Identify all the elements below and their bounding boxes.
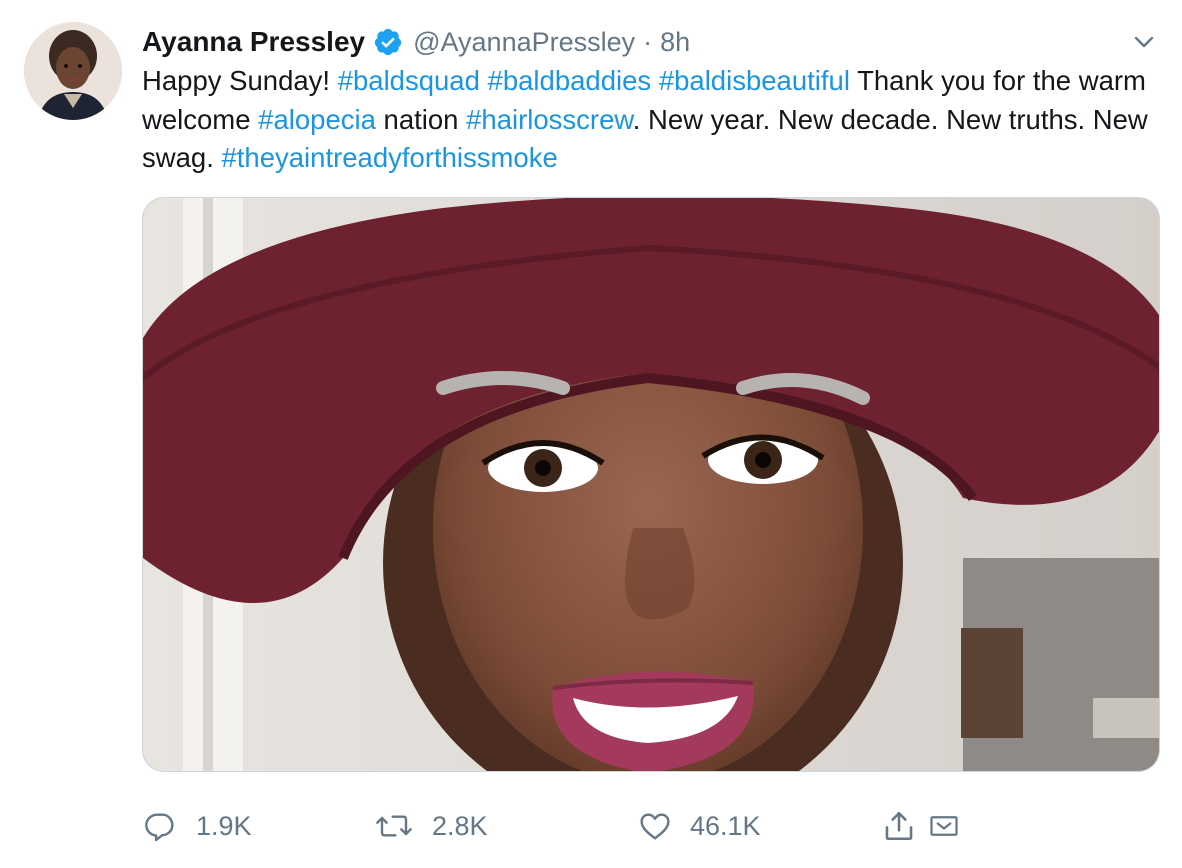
verified-badge-icon [373,27,403,57]
author-handle[interactable]: @AyannaPressley [413,27,635,58]
timestamp[interactable]: 8h [660,27,690,58]
reply-count: 1.9K [196,810,252,841]
direct-message-icon [930,816,958,836]
like-count: 46.1K [690,810,761,841]
hashtag-link[interactable]: #alopecia [258,104,376,135]
selfie-photo [143,198,1159,771]
heart-icon [640,813,670,840]
tweet-actions: 1.9K 2.8K 46.1K [142,806,1002,846]
hashtag-link[interactable]: #baldsquad [338,65,480,96]
profile-avatar[interactable] [24,22,122,120]
retweet-count: 2.8K [432,810,488,841]
avatar-image [24,22,122,120]
separator-dot: · [643,26,653,57]
hashtag-link[interactable]: #baldbaddies [488,65,652,96]
author-name[interactable]: Ayanna Pressley [142,26,365,58]
text-segment [480,65,488,96]
tweet-card[interactable]: Ayanna Pressley @AyannaPressley · 8h Hap… [0,0,1182,868]
share-icon [885,811,913,841]
tweet-header: Ayanna Pressley @AyannaPressley · 8h [142,22,690,62]
reply-bubble-icon [145,813,174,842]
tweet-text: Happy Sunday! #baldsquad #baldbaddies #b… [142,62,1162,178]
chevron-down-icon[interactable] [1130,30,1158,54]
text-segment: nation [375,103,467,135]
hashtag-link[interactable]: #hairlosscrew [466,104,633,135]
share-button[interactable] [882,806,916,846]
retweet-button[interactable]: 2.8K [374,806,488,846]
tweet-photo[interactable] [142,197,1160,772]
direct-message-button[interactable] [928,806,960,846]
text-segment: Happy Sunday! [142,65,338,96]
reply-button[interactable]: 1.9K [142,806,252,846]
hashtag-link[interactable]: #baldisbeautiful [659,65,850,96]
hashtag-link[interactable]: #theyaintreadyforthissmoke [221,142,557,173]
text-segment [651,65,659,96]
like-button[interactable]: 46.1K [638,806,761,846]
retweet-icon [376,815,412,837]
